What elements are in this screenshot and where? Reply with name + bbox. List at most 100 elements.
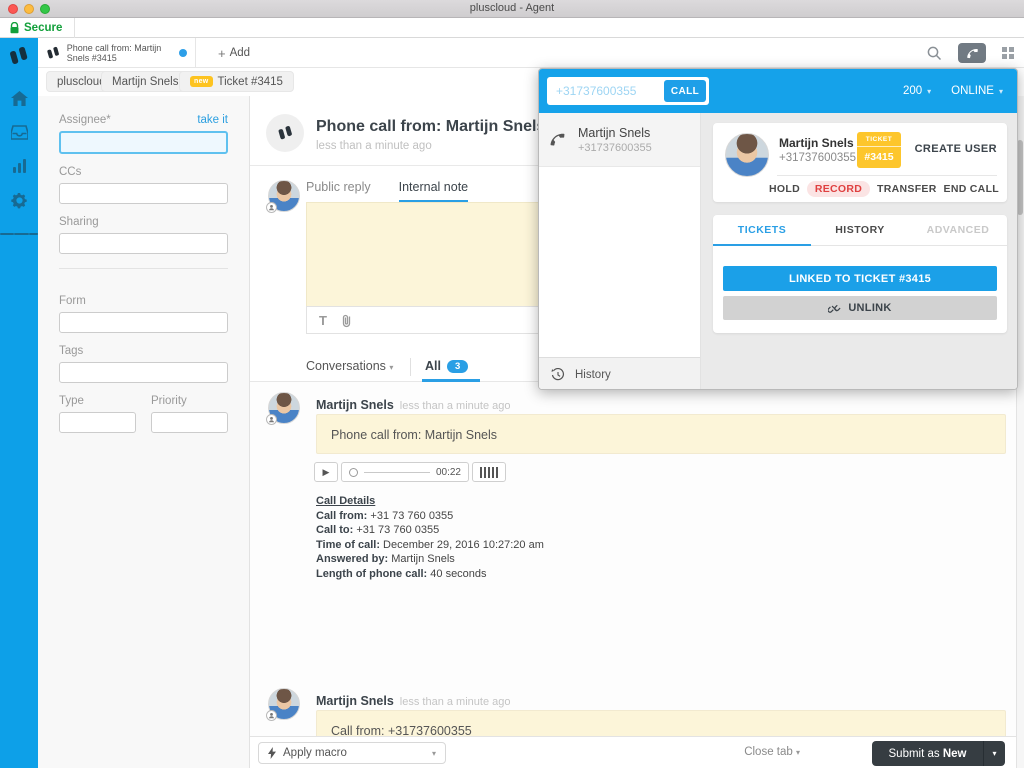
- panel-divider: [59, 268, 228, 269]
- ccs-field[interactable]: [59, 183, 228, 204]
- end-user-badge-icon: [266, 710, 277, 721]
- create-user-button[interactable]: CREATE USER: [915, 143, 997, 155]
- apps-grid-icon[interactable]: [1002, 47, 1014, 59]
- chevron-down-icon: ▾: [927, 87, 931, 96]
- call-details: Call Details Call from: +31 73 760 0355 …: [316, 494, 544, 581]
- history-clock-icon: [551, 368, 565, 382]
- filter-all-tab[interactable]: All 3: [425, 359, 468, 373]
- chevron-down-icon: ▾: [389, 363, 393, 372]
- conversation-list: Martijn Snelsless than a minute ago Phon…: [250, 382, 1016, 736]
- close-tab-dropdown[interactable]: Close tab ▾: [744, 746, 800, 758]
- breadcrumb-ticket[interactable]: new Ticket #3415: [179, 71, 294, 92]
- secure-indicator[interactable]: Secure: [0, 18, 75, 38]
- end-call-button[interactable]: END CALL: [944, 183, 999, 195]
- ticket-badge[interactable]: TICKET #3415: [857, 132, 901, 168]
- form-field[interactable]: [59, 312, 228, 333]
- chevron-down-icon: ▾: [432, 749, 436, 758]
- phone-number-input[interactable]: [550, 84, 664, 98]
- call-button[interactable]: CALL: [664, 80, 706, 102]
- views-icon[interactable]: [0, 116, 38, 148]
- home-icon[interactable]: [0, 82, 38, 114]
- end-user-badge-icon: [266, 202, 277, 213]
- contact-list-item[interactable]: Martijn Snels +31737600355: [539, 113, 700, 167]
- detail-row: Length of phone call: 40 seconds: [316, 567, 544, 582]
- submit-options-caret[interactable]: ▾: [983, 741, 1005, 766]
- call-widget: CALL 200▾ ONLINE▾ Martijn Snels +3173760…: [538, 68, 1018, 390]
- format-text-icon[interactable]: T: [319, 313, 327, 328]
- detail-row: Call from: +31 73 760 0355: [316, 509, 544, 524]
- sharing-label: Sharing: [59, 216, 228, 228]
- agent-avatar: [268, 180, 300, 212]
- hold-button[interactable]: HOLD: [769, 183, 800, 195]
- conversations-dropdown[interactable]: Conversations ▾: [306, 359, 393, 373]
- tab-public-reply[interactable]: Public reply: [306, 180, 371, 202]
- browser-chrome-bar: Secure: [0, 18, 1024, 38]
- apply-macro-button[interactable]: Apply macro ▾: [258, 742, 446, 764]
- lock-icon: [10, 22, 19, 34]
- tags-field[interactable]: [59, 362, 228, 383]
- lightning-bolt-icon: [268, 747, 276, 759]
- audio-player: ▶ 00:22: [314, 462, 506, 482]
- contact-name: Martijn Snels: [578, 126, 652, 140]
- seek-knob[interactable]: [349, 468, 358, 477]
- tab-history[interactable]: HISTORY: [811, 215, 909, 245]
- window-title: pluscloud - Agent: [0, 0, 1024, 17]
- tab-internal-note[interactable]: Internal note: [399, 180, 469, 202]
- line-count-dropdown[interactable]: 200▾: [903, 85, 931, 97]
- chevron-down-icon: ▾: [999, 87, 1003, 96]
- call-actions: HOLD RECORD TRANSFER END CALL: [769, 181, 999, 197]
- unread-dot: [179, 49, 187, 57]
- assignee-field[interactable]: [59, 131, 228, 154]
- dial-input-wrap: CALL: [547, 77, 709, 105]
- call-details-title: Call Details: [316, 494, 544, 509]
- phone-icon: [966, 47, 979, 60]
- ticket-title: Phone call from: Martijn Snels: [316, 118, 545, 136]
- add-tab-button[interactable]: + Add: [208, 38, 260, 68]
- history-button[interactable]: History: [539, 357, 700, 390]
- detail-row: Time of call: December 29, 2016 10:27:20…: [316, 538, 544, 553]
- seek-bar[interactable]: 00:22: [341, 462, 469, 482]
- divider: [410, 358, 411, 376]
- sharing-field[interactable]: [59, 233, 228, 254]
- pluscloud-logo-icon[interactable]: [8, 46, 30, 66]
- call-widget-header: CALL 200▾ ONLINE▾: [539, 69, 1017, 113]
- search-icon[interactable]: [927, 46, 942, 61]
- priority-label: Priority: [151, 395, 228, 407]
- phone-widget-toggle-button[interactable]: [958, 43, 986, 63]
- unlink-icon: [828, 302, 841, 315]
- submit-button[interactable]: Submit as New ▾: [872, 741, 1005, 766]
- message-body: Phone call from: Martijn Snels: [316, 414, 1006, 454]
- ticket-tab[interactable]: Phone call from: Martijn Snels #3415: [38, 38, 196, 68]
- play-button[interactable]: ▶: [314, 462, 338, 482]
- minimize-window-button[interactable]: [24, 4, 34, 14]
- composer-tabs: Public reply Internal note: [306, 180, 468, 202]
- caller-card: Martijn Snels +31737600355 TICKET #3415 …: [713, 123, 1007, 202]
- zoom-window-button[interactable]: [40, 4, 50, 14]
- breadcrumb-person[interactable]: Martijn Snels: [101, 71, 189, 92]
- take-it-link[interactable]: take it: [197, 114, 228, 126]
- avatar: [268, 392, 300, 424]
- linked-ticket-button[interactable]: LINKED TO TICKET #3415: [723, 266, 997, 291]
- reports-icon[interactable]: [0, 150, 38, 182]
- avatar: [268, 688, 300, 720]
- priority-field[interactable]: [151, 412, 228, 433]
- seek-track: [364, 472, 430, 473]
- type-field[interactable]: [59, 412, 136, 433]
- admin-list-icon[interactable]: [0, 218, 38, 250]
- plus-icon: +: [218, 46, 226, 61]
- volume-bars-icon[interactable]: [472, 462, 506, 482]
- record-button[interactable]: RECORD: [807, 181, 870, 197]
- status-online-dropdown[interactable]: ONLINE▾: [951, 85, 1003, 97]
- close-window-button[interactable]: [8, 4, 18, 14]
- contact-number: +31737600355: [578, 142, 652, 154]
- window-titlebar: pluscloud - Agent: [0, 0, 1024, 18]
- tab-tickets[interactable]: TICKETS: [713, 215, 811, 245]
- settings-gear-icon[interactable]: [0, 184, 38, 216]
- conversation-count-badge: 3: [447, 360, 468, 373]
- unlink-button[interactable]: UNLINK: [723, 296, 997, 320]
- transfer-button[interactable]: TRANSFER: [877, 183, 937, 195]
- phone-handset-icon: [549, 131, 566, 148]
- tab-advanced[interactable]: ADVANCED: [909, 215, 1007, 245]
- ticket-link-card: TICKETS HISTORY ADVANCED LINKED TO TICKE…: [713, 215, 1007, 333]
- attachment-paperclip-icon[interactable]: [341, 313, 352, 328]
